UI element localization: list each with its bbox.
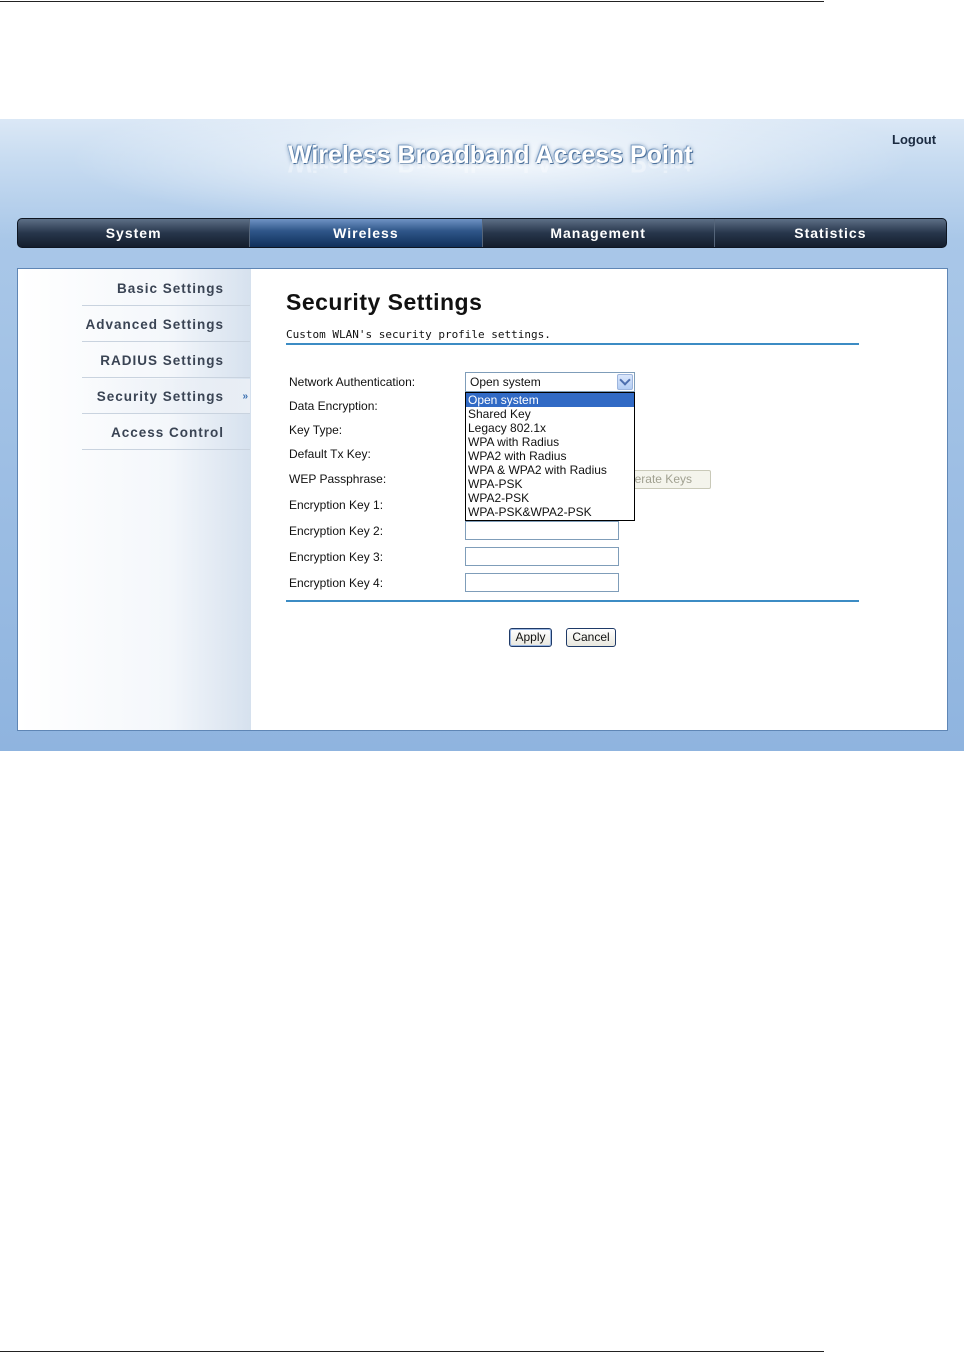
encryption-key-3-input[interactable] (465, 547, 619, 566)
sidebar-item-radius-settings[interactable]: RADIUS Settings (82, 343, 250, 378)
option-shared-key[interactable]: Shared Key (466, 407, 634, 421)
option-wpa-psk[interactable]: WPA-PSK (466, 477, 634, 491)
key-type-label: Key Type: (289, 423, 343, 437)
cancel-button[interactable]: Cancel (566, 628, 616, 647)
default-tx-key-label: Default Tx Key: (289, 447, 371, 461)
option-wpa2-with-radius[interactable]: WPA2 with Radius (466, 449, 634, 463)
option-wpa-psk-wpa2-psk[interactable]: WPA-PSK&WPA2-PSK (466, 505, 634, 519)
encryption-key-2-input[interactable] (465, 521, 619, 540)
option-legacy-8021x[interactable]: Legacy 802.1x (466, 421, 634, 435)
network-auth-label: Network Authentication: (289, 375, 416, 389)
page-subtitle: Custom WLAN's security profile settings. (286, 328, 551, 341)
generate-keys-button[interactable]: erate Keys (625, 470, 711, 489)
double-chevron-right-icon: » (242, 391, 247, 402)
chevron-down-icon[interactable] (617, 374, 633, 390)
tab-management[interactable]: Management (483, 219, 715, 247)
page-bottom-rule (0, 1351, 824, 1352)
encryption-key-3-label: Encryption Key 3: (289, 550, 384, 564)
network-auth-select[interactable]: Open system (465, 372, 635, 392)
sidebar-item-security-settings[interactable]: Security Settings » (82, 379, 250, 414)
page-title: Security Settings (286, 289, 483, 315)
tab-wireless[interactable]: Wireless (250, 219, 483, 247)
encryption-key-4-input[interactable] (465, 573, 619, 592)
wep-passphrase-label: WEP Passphrase: (289, 472, 387, 486)
option-open-system[interactable]: Open system (466, 393, 634, 407)
sidebar-item-label: Access Control (110, 425, 224, 440)
sidebar-item-advanced-settings[interactable]: Advanced Settings (82, 307, 250, 342)
sidebar-item-label: Advanced Settings (85, 317, 224, 332)
sidebar-item-basic-settings[interactable]: Basic Settings (82, 271, 250, 306)
network-auth-dropdown-list: Open system Shared Key Legacy 802.1x WPA… (465, 392, 635, 521)
network-auth-select-value: Open system (470, 375, 541, 389)
divider (286, 343, 859, 345)
encryption-key-1-label: Encryption Key 1: (289, 498, 384, 512)
app-title: Wireless Broadband Access Point (288, 141, 693, 169)
data-encryption-label: Data Encryption: (289, 399, 378, 413)
tab-statistics[interactable]: Statistics (715, 219, 946, 247)
app-window: Wireless Broadband Access Point Wireless… (0, 119, 964, 751)
main-nav: System Wireless Management Statistics (17, 218, 947, 248)
security-settings-form: Security Settings Custom WLAN's security… (251, 269, 947, 730)
sidebar-item-label: Basic Settings (116, 281, 224, 296)
option-wpa-wpa2-with-radius[interactable]: WPA & WPA2 with Radius (466, 463, 634, 477)
divider (286, 600, 859, 602)
page-top-rule (0, 1, 824, 2)
sidebar-item-access-control[interactable]: Access Control (82, 415, 250, 450)
sidebar: Basic Settings Advanced Settings RADIUS … (18, 269, 251, 730)
tab-system[interactable]: System (18, 219, 251, 247)
option-wpa-with-radius[interactable]: WPA with Radius (466, 435, 634, 449)
option-wpa2-psk[interactable]: WPA2-PSK (466, 491, 634, 505)
logout-link[interactable]: Logout (892, 132, 936, 147)
sidebar-item-label: Security Settings (96, 389, 224, 404)
sidebar-item-label: RADIUS Settings (100, 353, 224, 368)
apply-button[interactable]: Apply (509, 628, 552, 647)
encryption-key-2-label: Encryption Key 2: (289, 524, 384, 538)
content-panel: Basic Settings Advanced Settings RADIUS … (17, 268, 948, 731)
encryption-key-4-label: Encryption Key 4: (289, 576, 384, 590)
